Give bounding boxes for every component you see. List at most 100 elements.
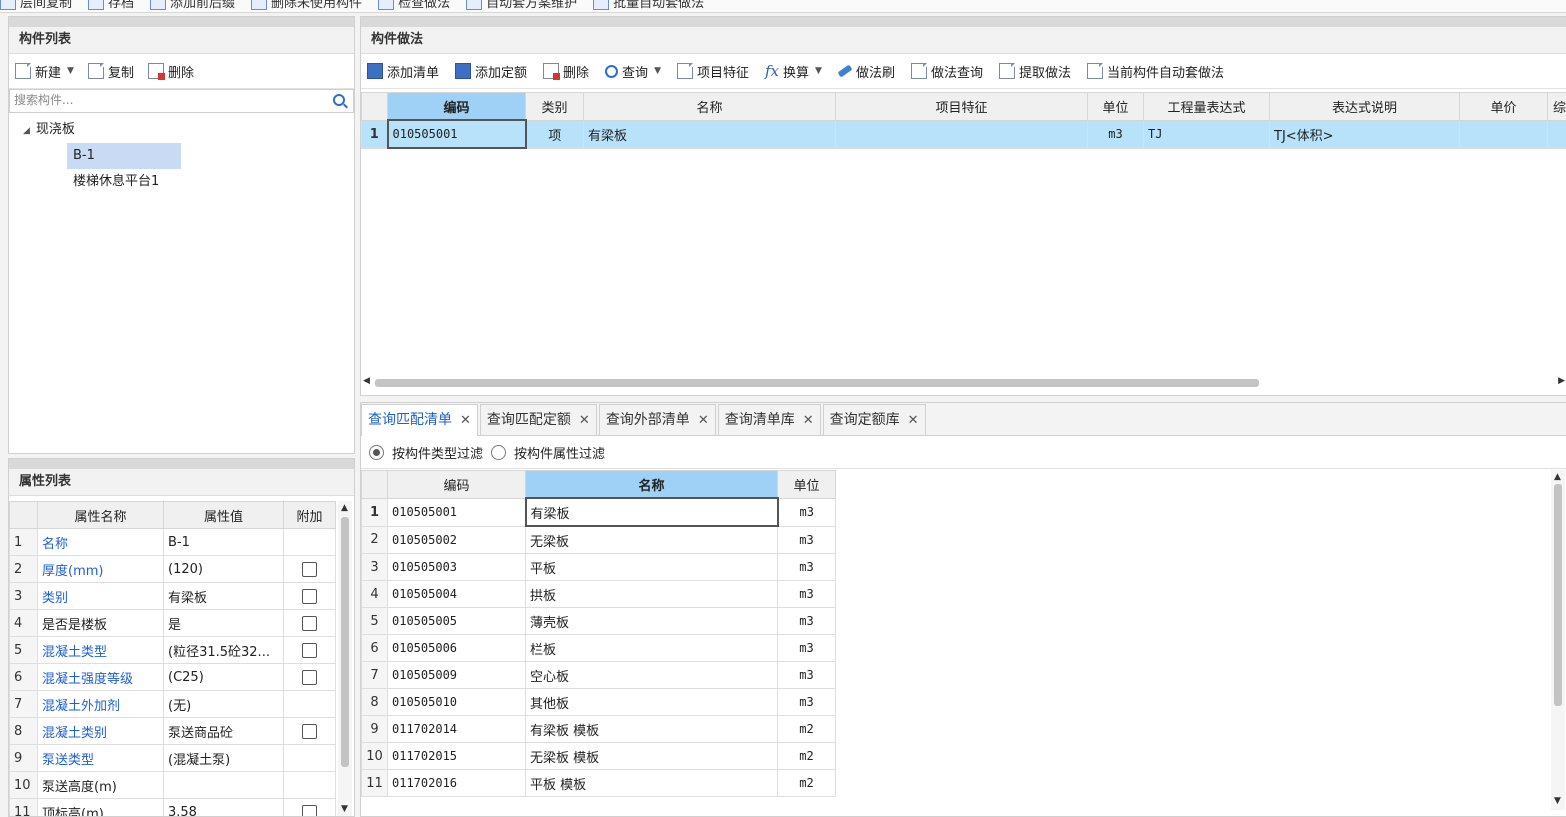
cell-unit[interactable]: m3 xyxy=(778,689,836,716)
property-name[interactable]: 是否是楼板 xyxy=(38,610,164,637)
cell-name[interactable]: 栏板 xyxy=(526,635,778,662)
cell-code[interactable]: 010505001 xyxy=(388,498,526,526)
scroll-thumb[interactable] xyxy=(341,517,349,767)
property-value[interactable]: (混凝土泵) xyxy=(164,745,284,772)
query-tab[interactable]: 查询外部清单✕ xyxy=(599,404,716,435)
cell-name[interactable]: 薄壳板 xyxy=(526,608,778,635)
header-code[interactable]: 编码 xyxy=(388,471,526,499)
property-name[interactable]: 厚度(mm) xyxy=(38,556,164,583)
header-name[interactable]: 名称 xyxy=(584,93,836,121)
table-row[interactable]: 8010505010其他板m3 xyxy=(362,689,836,716)
cell-price[interactable] xyxy=(1460,120,1548,148)
cell-code[interactable]: 011702015 xyxy=(388,743,526,770)
chevron-down-icon[interactable]: ▼ xyxy=(67,66,74,76)
table-row[interactable]: 7010505009空心板m3 xyxy=(362,662,836,689)
cell-code[interactable]: 010505005 xyxy=(388,608,526,635)
collapse-triangle-icon[interactable]: ◢ xyxy=(23,126,30,136)
top-toolbar-item[interactable]: 删除未使用构件 xyxy=(251,0,362,11)
header-expression-desc[interactable]: 表达式说明 xyxy=(1270,93,1460,121)
property-name[interactable]: 混凝土外加剂 xyxy=(38,691,164,718)
table-row[interactable]: 5010505005薄壳板m3 xyxy=(362,608,836,635)
query-button[interactable]: 查询▼ xyxy=(605,62,661,81)
cell-unit[interactable]: m3 xyxy=(778,635,836,662)
property-value[interactable]: (C25) xyxy=(164,664,284,691)
search-icon[interactable] xyxy=(333,94,345,106)
cell-name[interactable]: 平板 xyxy=(526,554,778,581)
property-extra-cell[interactable] xyxy=(284,718,336,745)
property-extra-cell[interactable] xyxy=(284,664,336,691)
header-feature[interactable]: 项目特征 xyxy=(836,93,1088,121)
cell-code[interactable]: 011702016 xyxy=(388,770,526,797)
chevron-down-icon[interactable]: ▼ xyxy=(654,66,661,76)
table-row[interactable]: 11011702016平板 模板m2 xyxy=(362,770,836,797)
property-name[interactable]: 混凝土类型 xyxy=(38,637,164,664)
property-extra-cell[interactable] xyxy=(284,583,336,610)
property-name[interactable]: 顶标高(m) xyxy=(38,799,164,817)
top-toolbar-item[interactable]: 自动套方案维护 xyxy=(466,0,577,11)
header-type[interactable]: 类别 xyxy=(526,93,584,121)
cell-unit[interactable]: m3 xyxy=(778,498,836,526)
property-name[interactable]: 类别 xyxy=(38,583,164,610)
table-row[interactable]: 1名称B-1 xyxy=(10,529,336,556)
cell-code[interactable]: 010505009 xyxy=(388,662,526,689)
table-row[interactable]: 4010505004拱板m3 xyxy=(362,581,836,608)
tree-node-stair-platform[interactable]: 楼梯休息平台1 xyxy=(9,169,354,195)
query-tab[interactable]: 查询匹配清单✕ xyxy=(361,404,478,436)
cell-unit[interactable]: m3 xyxy=(778,526,836,554)
cell-unit[interactable]: m3 xyxy=(778,581,836,608)
close-icon[interactable]: ✕ xyxy=(579,413,590,428)
cell-name[interactable]: 拱板 xyxy=(526,581,778,608)
cell-unit[interactable]: m2 xyxy=(778,770,836,797)
extra-checkbox[interactable] xyxy=(302,562,317,577)
close-icon[interactable]: ✕ xyxy=(803,413,814,428)
table-row[interactable]: 4是否是楼板是 xyxy=(10,610,336,637)
header-unit[interactable]: 单位 xyxy=(778,471,836,499)
header-unit[interactable]: 单位 xyxy=(1088,93,1144,121)
header-extra[interactable]: 附加 xyxy=(284,502,336,529)
close-icon[interactable]: ✕ xyxy=(908,413,919,428)
table-row[interactable]: 6混凝土强度等级(C25) xyxy=(10,664,336,691)
property-extra-cell[interactable] xyxy=(284,637,336,664)
add-list-button[interactable]: 添加清单 xyxy=(367,62,439,81)
tree-node-b1[interactable]: B-1 xyxy=(9,143,354,169)
table-row[interactable]: 8混凝土类别泵送商品砼 xyxy=(10,718,336,745)
property-value[interactable]: (120) xyxy=(164,556,284,583)
extra-checkbox[interactable] xyxy=(302,589,317,604)
extra-checkbox[interactable] xyxy=(302,724,317,739)
top-toolbar-item[interactable]: 检查做法 xyxy=(378,0,450,11)
auto-apply-button[interactable]: 当前构件自动套做法 xyxy=(1087,62,1224,81)
delete-button[interactable]: 删除 xyxy=(148,62,194,81)
add-quota-button[interactable]: 添加定额 xyxy=(455,62,527,81)
close-icon[interactable]: ✕ xyxy=(460,413,471,428)
filter-by-attr-label[interactable]: 按构件属性过滤 xyxy=(514,443,605,462)
tree-node-root[interactable]: ◢现浇板 xyxy=(9,117,354,143)
hscroll-thumb[interactable] xyxy=(375,379,1259,387)
property-scrollbar[interactable]: ▲ ▼ xyxy=(338,501,352,816)
cell-code[interactable]: 010505001 xyxy=(388,120,526,148)
cell-code[interactable]: 010505010 xyxy=(388,689,526,716)
top-toolbar-item[interactable]: 批量自动套做法 xyxy=(593,0,704,11)
property-name[interactable]: 混凝土强度等级 xyxy=(38,664,164,691)
cell-unit[interactable]: m3 xyxy=(778,608,836,635)
cell-unit[interactable]: m2 xyxy=(778,743,836,770)
extra-checkbox[interactable] xyxy=(302,805,317,817)
property-value[interactable]: 3.58 xyxy=(164,799,284,817)
scroll-left-icon[interactable]: ◀ xyxy=(363,376,370,386)
header-price[interactable]: 单价 xyxy=(1460,93,1548,121)
cell-name[interactable]: 有梁板 xyxy=(584,120,836,148)
property-value[interactable]: (粒径31.5砼32... xyxy=(164,637,284,664)
top-toolbar-item[interactable]: 添加前后缀 xyxy=(150,0,235,11)
property-name[interactable]: 泵送类型 xyxy=(38,745,164,772)
property-value[interactable]: 是 xyxy=(164,610,284,637)
table-row[interactable]: 9011702014有梁板 模板m2 xyxy=(362,716,836,743)
scroll-down-icon[interactable]: ▼ xyxy=(341,804,348,814)
scroll-up-icon[interactable]: ▲ xyxy=(1554,472,1561,482)
header-extra[interactable]: 综 xyxy=(1548,93,1566,121)
cell-name[interactable]: 无梁板 模板 xyxy=(526,743,778,770)
table-row[interactable]: 9泵送类型(混凝土泵) xyxy=(10,745,336,772)
property-value[interactable]: (无) xyxy=(164,691,284,718)
property-name[interactable]: 混凝土类别 xyxy=(38,718,164,745)
filter-by-type-radio[interactable] xyxy=(369,445,384,460)
header-name[interactable]: 名称 xyxy=(526,471,778,499)
extract-method-button[interactable]: 提取做法 xyxy=(999,62,1071,81)
